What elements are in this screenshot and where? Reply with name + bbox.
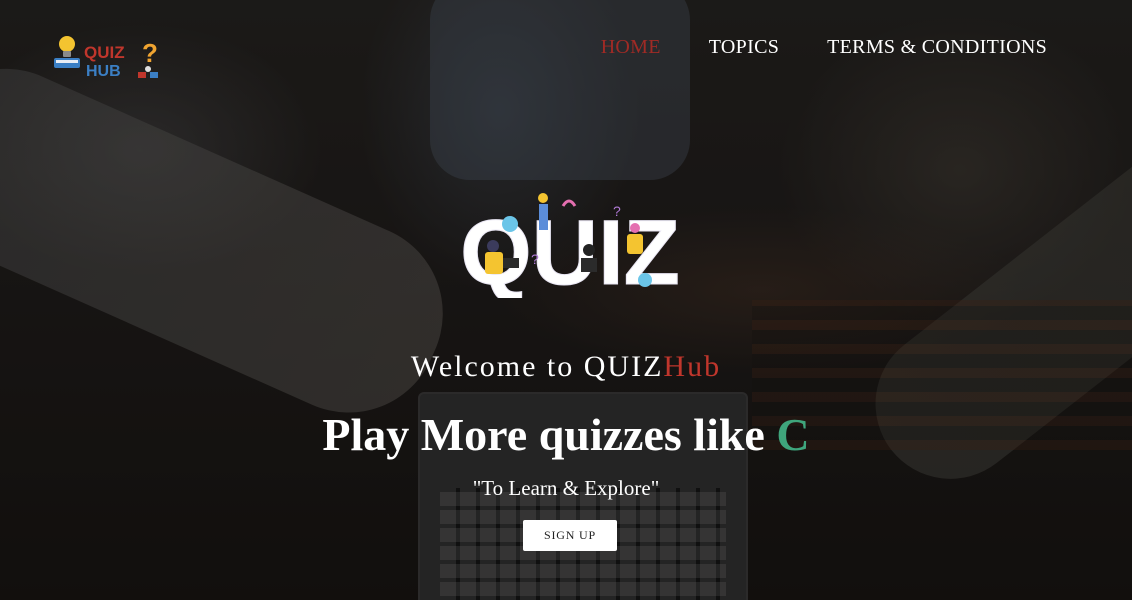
quizhub-logo[interactable]: ? QUIZ HUB: [52, 32, 162, 80]
logo-text-quiz: QUIZ: [84, 43, 125, 62]
hero-tagline: "To Learn & Explore": [472, 476, 660, 500]
welcome-hub: Hub: [663, 350, 722, 383]
nav-topics[interactable]: TOPICS: [709, 36, 779, 59]
svg-text:?: ?: [531, 251, 539, 267]
svg-text:?: ?: [613, 203, 621, 219]
lightbulb-book-question-icon: ? QUIZ HUB: [54, 36, 158, 80]
nav-terms-conditions[interactable]: TERMS & CONDITIONS: [827, 36, 1047, 59]
nav-home[interactable]: HOME: [601, 36, 661, 59]
quiz-illustration: QUIZ ? ?: [455, 188, 685, 305]
sign-up-button[interactable]: SIGN UP: [523, 520, 617, 551]
svg-text:?: ?: [142, 38, 158, 68]
hero-headline: Play More quizzes like C: [0, 408, 1132, 461]
welcome-prefix: Welcome to QUIZ: [410, 350, 664, 383]
headline-typed-topic: C: [776, 409, 810, 460]
headline-prefix: Play More quizzes like: [322, 409, 777, 460]
background-photo: [0, 0, 1132, 600]
main-nav: HOME TOPICS TERMS & CONDITIONS: [601, 36, 1047, 59]
logo-text-hub: HUB: [86, 63, 121, 80]
background-overlay: [0, 0, 1132, 600]
welcome-heading: Welcome to QUIZHub: [0, 350, 1132, 384]
